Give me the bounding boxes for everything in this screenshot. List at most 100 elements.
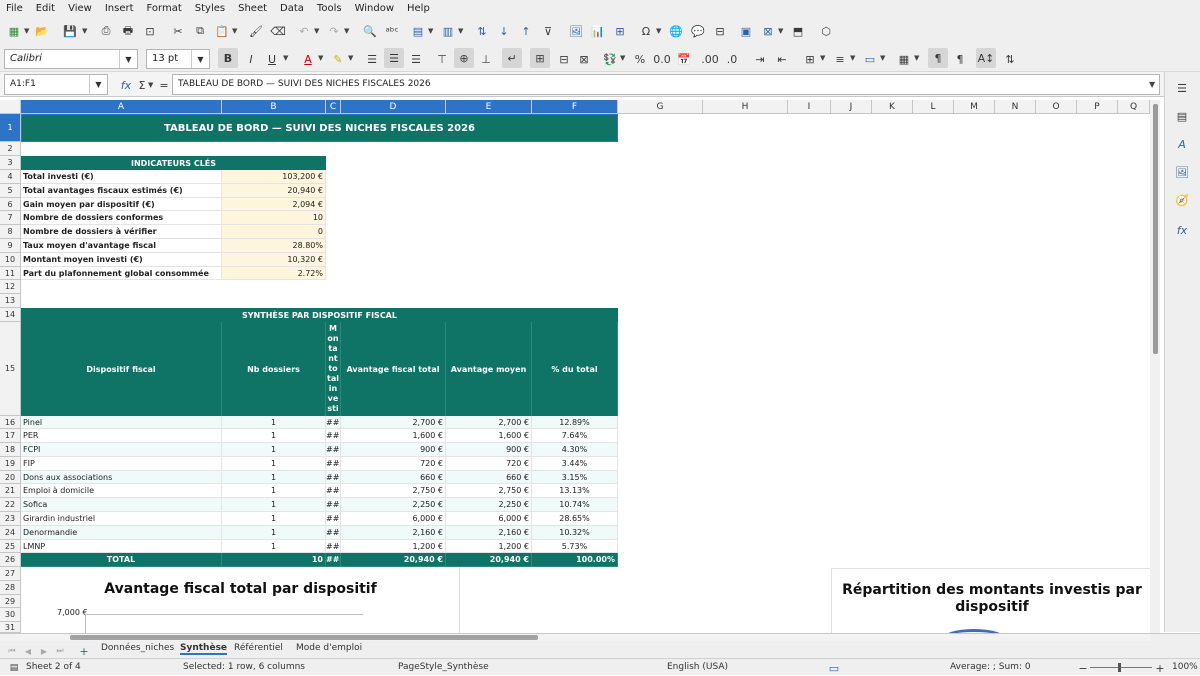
insert-chart-icon[interactable]: 📊 bbox=[590, 23, 606, 39]
row-header-11[interactable]: 11 bbox=[0, 267, 21, 280]
print-preview-icon[interactable]: ⊡ bbox=[142, 23, 158, 39]
zoom-level[interactable]: 100% bbox=[1172, 662, 1198, 672]
synth-montant[interactable]: ### bbox=[326, 457, 341, 471]
row-header-13[interactable]: 13 bbox=[0, 294, 21, 308]
synth-name[interactable]: Denormandie bbox=[21, 526, 222, 540]
highlight-dropdown-icon[interactable]: ▼ bbox=[348, 54, 353, 62]
autofilter-icon[interactable]: ⊽ bbox=[540, 23, 556, 39]
split-window-icon[interactable]: ⬒ bbox=[790, 23, 806, 39]
row-header-17[interactable]: 17 bbox=[0, 429, 21, 443]
synth-pct[interactable]: 4.30% bbox=[532, 443, 618, 457]
synth-total[interactable]: 2,250 € bbox=[341, 498, 446, 512]
tab-synthese[interactable]: Synthèse bbox=[180, 643, 228, 655]
number-format-icon[interactable]: 0.0 bbox=[653, 51, 671, 67]
vertical-scrollbar-thumb[interactable] bbox=[1153, 104, 1158, 354]
paste-icon[interactable]: 📋 bbox=[214, 23, 230, 39]
clone-formatting-icon[interactable]: 🖌 bbox=[248, 23, 264, 39]
synth-pct[interactable]: 10.74% bbox=[532, 498, 618, 512]
name-box[interactable]: A1:F1 ▼ bbox=[4, 74, 108, 95]
open-folder-icon[interactable]: 📂 bbox=[34, 23, 50, 39]
delete-decimal-icon[interactable]: .0 bbox=[724, 51, 740, 67]
synth-pct[interactable]: 28.65% bbox=[532, 512, 618, 526]
synth-avg[interactable]: 2,250 € bbox=[446, 498, 532, 512]
horizontal-scrollbar-thumb[interactable] bbox=[70, 635, 538, 640]
row-header-23[interactable]: 23 bbox=[0, 512, 21, 526]
row-header-25[interactable]: 25 bbox=[0, 540, 21, 553]
find-replace-icon[interactable]: 🔍 bbox=[362, 23, 378, 39]
italic-icon[interactable]: I bbox=[243, 51, 259, 67]
tab-donnees-niches[interactable]: Données_niches bbox=[101, 643, 174, 653]
first-sheet-icon[interactable]: ⏮ bbox=[4, 643, 20, 659]
kpi-value[interactable]: 0 bbox=[222, 225, 326, 239]
synth-montant[interactable]: ### bbox=[326, 429, 341, 443]
menu-format[interactable]: Format bbox=[147, 3, 182, 14]
row-header-21[interactable]: 21 bbox=[0, 484, 21, 498]
col-header-pct-total[interactable]: % du total bbox=[532, 322, 618, 416]
row-header-6[interactable]: 6 bbox=[0, 198, 21, 211]
sort-icon[interactable]: ⇅ bbox=[474, 23, 490, 39]
kpi-value[interactable]: 2.72% bbox=[222, 267, 326, 280]
synth-nb[interactable]: 1 bbox=[222, 457, 326, 471]
synth-montant[interactable]: ### bbox=[326, 484, 341, 498]
row-header-7[interactable]: 7 bbox=[0, 211, 21, 225]
chart-repartition-montants[interactable]: Répartition des montants investis par dis… bbox=[831, 568, 1151, 633]
synth-nb[interactable]: 1 bbox=[222, 484, 326, 498]
col-header-nb-dossiers[interactable]: Nb dossiers bbox=[222, 322, 326, 416]
sum-dropdown-icon[interactable]: ▼ bbox=[148, 81, 153, 89]
kpi-label[interactable]: Gain moyen par dispositif (€) bbox=[21, 198, 222, 211]
synth-total[interactable]: 720 € bbox=[341, 457, 446, 471]
kpi-value[interactable]: 103,200 € bbox=[222, 170, 326, 184]
undo-icon[interactable]: ↶ bbox=[296, 23, 312, 39]
border-style-dropdown-icon[interactable]: ▼ bbox=[850, 54, 855, 62]
synth-name[interactable]: Dons aux associations bbox=[21, 471, 222, 484]
row-header-26[interactable]: 26 bbox=[0, 553, 21, 567]
row-header-31[interactable]: 31 bbox=[0, 622, 21, 633]
synth-name[interactable]: FCPI bbox=[21, 443, 222, 457]
synth-name[interactable]: LMNP bbox=[21, 540, 222, 553]
zoom-in-icon[interactable]: + bbox=[1152, 660, 1168, 676]
freeze-rows-columns-icon[interactable]: ⊠ bbox=[760, 23, 776, 39]
synth-nb[interactable]: 1 bbox=[222, 416, 326, 429]
column-header-e[interactable]: E bbox=[446, 100, 532, 114]
last-sheet-icon[interactable]: ⏭ bbox=[52, 643, 68, 659]
synth-avg[interactable]: 2,160 € bbox=[446, 526, 532, 540]
name-box-dropdown-icon[interactable]: ▼ bbox=[89, 75, 107, 94]
synth-nb[interactable]: 1 bbox=[222, 471, 326, 484]
synth-avg[interactable]: 1,200 € bbox=[446, 540, 532, 553]
synth-name[interactable]: Sofica bbox=[21, 498, 222, 512]
copy-icon[interactable]: ⧉ bbox=[192, 23, 208, 39]
column-header-o[interactable]: O bbox=[1036, 100, 1077, 114]
functions-icon[interactable]: fx bbox=[1174, 222, 1190, 238]
kpi-label[interactable]: Total investi (€) bbox=[21, 170, 222, 184]
row-header-28[interactable]: 28 bbox=[0, 581, 21, 595]
hamburger-menu-icon[interactable]: ☰ bbox=[1174, 80, 1190, 96]
next-sheet-icon[interactable]: ▶ bbox=[36, 643, 52, 659]
page-style[interactable]: PageStyle_Synthèse bbox=[398, 662, 489, 672]
row-header-29[interactable]: 29 bbox=[0, 595, 21, 608]
border-color-dropdown-icon[interactable]: ▼ bbox=[880, 54, 885, 62]
column-header-q[interactable]: Q bbox=[1118, 100, 1150, 114]
synthesis-header[interactable]: SYNTHÈSE PAR DISPOSITIF FISCAL bbox=[21, 308, 618, 322]
col-header-avantage-total[interactable]: Avantage fiscal total bbox=[341, 322, 446, 416]
kpi-value[interactable]: 28.80% bbox=[222, 239, 326, 253]
pivot-table-icon[interactable]: ⊞ bbox=[612, 23, 628, 39]
show-draw-functions-icon[interactable]: ⬡ bbox=[818, 23, 834, 39]
column-header-n[interactable]: N bbox=[995, 100, 1036, 114]
column-header-c[interactable]: C bbox=[326, 100, 341, 114]
properties-icon[interactable]: ▤ bbox=[1174, 108, 1190, 124]
row-header-4[interactable]: 4 bbox=[0, 170, 21, 184]
zoom-slider[interactable] bbox=[1090, 667, 1152, 668]
synth-total[interactable]: 2,750 € bbox=[341, 484, 446, 498]
row-header-1[interactable]: 1 bbox=[0, 114, 21, 142]
synth-pct[interactable]: 12.89% bbox=[532, 416, 618, 429]
menu-insert[interactable]: Insert bbox=[105, 3, 134, 14]
synth-montant[interactable]: ### bbox=[326, 443, 341, 457]
styles-icon[interactable]: A bbox=[1174, 136, 1190, 152]
wrap-text-icon[interactable]: ↵ bbox=[502, 48, 522, 68]
row-header-16[interactable]: 16 bbox=[0, 416, 21, 429]
synth-montant[interactable]: ### bbox=[326, 540, 341, 553]
synth-name[interactable]: FIP bbox=[21, 457, 222, 471]
row-header-30[interactable]: 30 bbox=[0, 608, 21, 622]
menu-help[interactable]: Help bbox=[407, 3, 430, 14]
expand-formula-icon[interactable]: ▼ bbox=[1149, 80, 1155, 89]
